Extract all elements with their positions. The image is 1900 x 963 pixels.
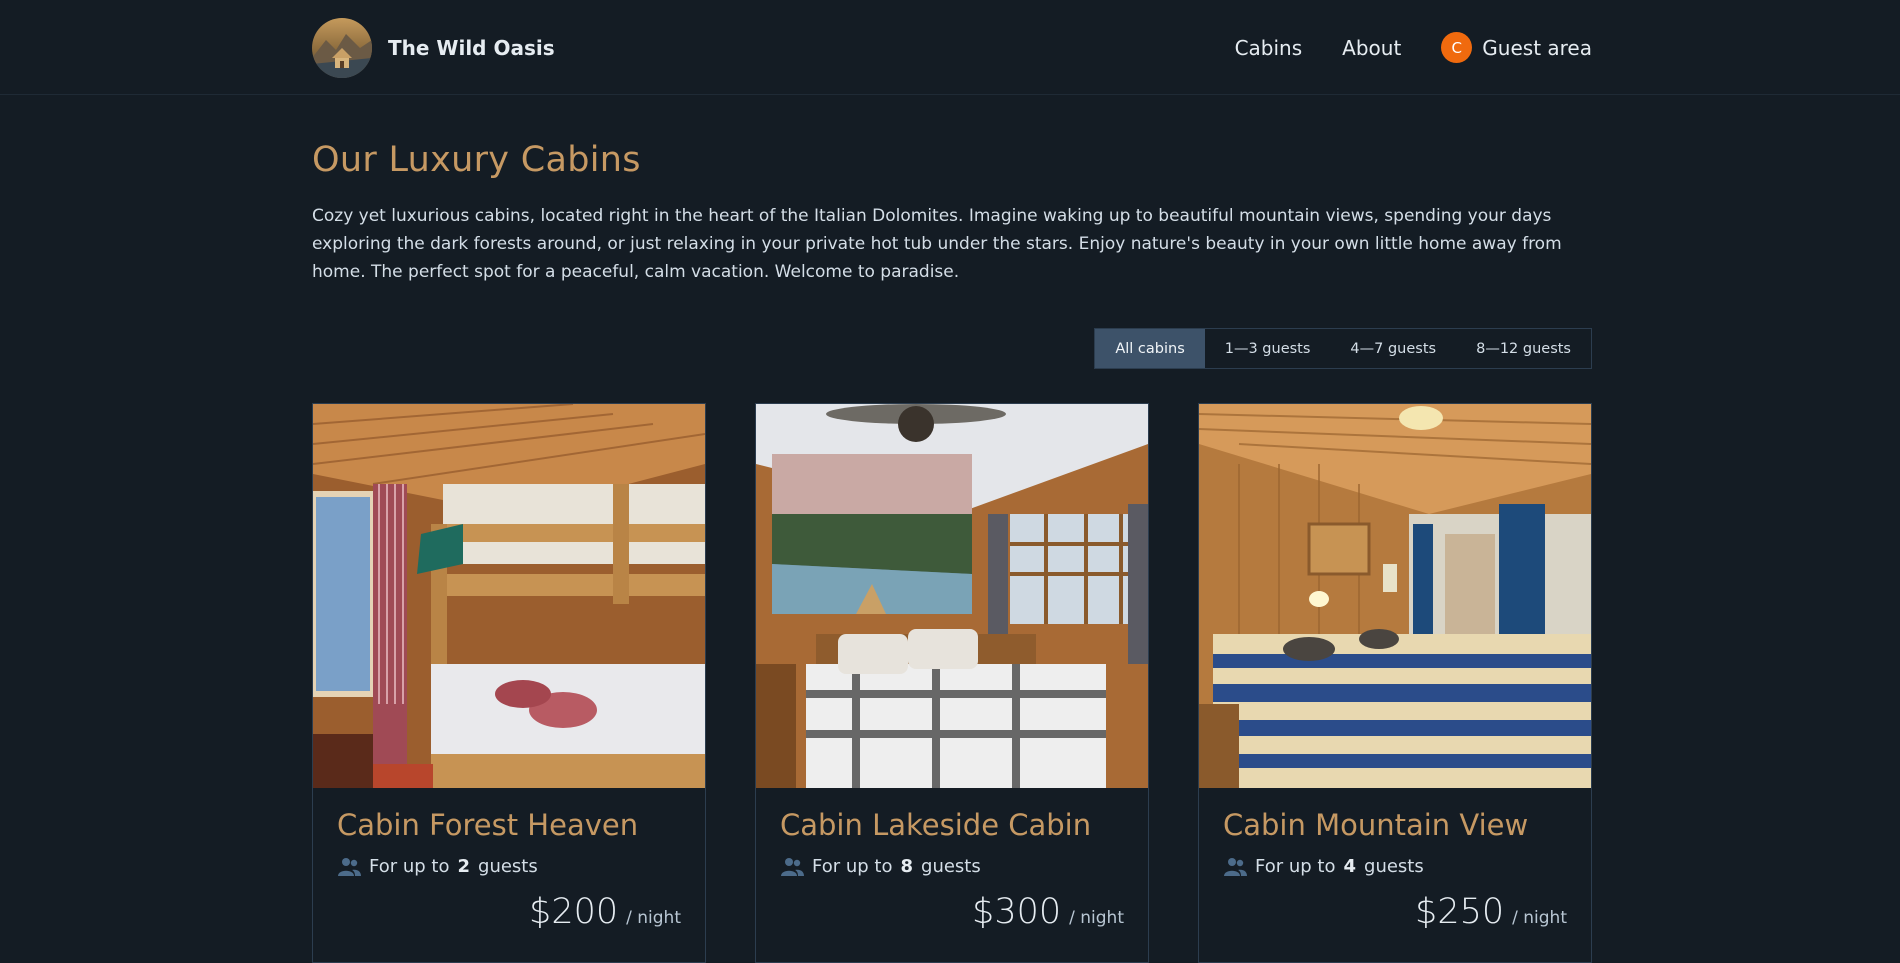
cabin-price: $300: [972, 892, 1062, 932]
card-body: Cabin Mountain View For up to 4 guests $…: [1199, 788, 1591, 962]
capacity-suffix: guests: [478, 856, 538, 877]
capacity-number: 4: [1343, 856, 1357, 877]
main-content: Our Luxury Cabins Cozy yet luxurious cab…: [312, 96, 1592, 963]
users-icon: [781, 857, 804, 876]
cabin-card[interactable]: Cabin Mountain View For up to 4 guests $…: [1198, 403, 1592, 963]
cabin-price: $200: [529, 892, 619, 932]
capacity-number: 2: [457, 856, 471, 877]
card-body: Cabin Forest Heaven For up to 2 guests $…: [313, 788, 705, 962]
capacity-number: 8: [900, 856, 914, 877]
nav-guest-area[interactable]: C Guest area: [1441, 32, 1592, 63]
per-night-label: / night: [1512, 908, 1567, 928]
cabin-image: [1199, 404, 1591, 788]
filter-small[interactable]: 1—3 guests: [1205, 329, 1331, 368]
cabin-image: [756, 404, 1148, 788]
price-row: $250 / night: [1415, 892, 1567, 932]
header-inner: The Wild Oasis Cabins About C Guest area: [312, 0, 1592, 95]
price-row: $200 / night: [529, 892, 681, 932]
cabin-card[interactable]: Cabin Lakeside Cabin For up to 8 guests …: [755, 403, 1149, 963]
per-night-label: / night: [1069, 908, 1124, 928]
site-header: The Wild Oasis Cabins About C Guest area: [0, 0, 1900, 95]
cabin-capacity: For up to 4 guests: [1223, 856, 1567, 877]
cabin-capacity: For up to 8 guests: [780, 856, 1124, 877]
capacity-filter: All cabins 1—3 guests 4—7 guests 8—12 gu…: [1094, 328, 1592, 369]
capacity-suffix: guests: [921, 856, 981, 877]
card-body: Cabin Lakeside Cabin For up to 8 guests …: [756, 788, 1148, 962]
logo-icon: [312, 17, 372, 78]
cabin-image: [313, 404, 705, 788]
filter-row: All cabins 1—3 guests 4—7 guests 8—12 gu…: [312, 328, 1592, 369]
cabin-title: Cabin Mountain View: [1223, 808, 1529, 842]
avatar: C: [1441, 32, 1473, 63]
users-icon: [338, 857, 361, 876]
cabin-list: Cabin Forest Heaven For up to 2 guests $…: [312, 403, 1592, 963]
capacity-prefix: For up to: [369, 856, 450, 877]
cabin-card[interactable]: Cabin Forest Heaven For up to 2 guests $…: [312, 403, 706, 963]
capacity-suffix: guests: [1364, 856, 1424, 877]
cabin-title: Cabin Forest Heaven: [337, 808, 639, 842]
users-icon: [1224, 857, 1247, 876]
main-nav: Cabins About C Guest area: [1235, 32, 1592, 63]
brand-name: The Wild Oasis: [388, 35, 555, 60]
nav-about[interactable]: About: [1342, 36, 1401, 60]
guest-area-label: Guest area: [1482, 35, 1592, 60]
capacity-prefix: For up to: [1255, 856, 1336, 877]
nav-cabins[interactable]: Cabins: [1235, 36, 1303, 60]
cabin-title: Cabin Lakeside Cabin: [780, 808, 1092, 842]
page-title: Our Luxury Cabins: [312, 140, 641, 180]
cabin-price: $250: [1415, 892, 1505, 932]
filter-large[interactable]: 8—12 guests: [1456, 329, 1591, 368]
brand-link[interactable]: The Wild Oasis: [312, 17, 555, 78]
filter-medium[interactable]: 4—7 guests: [1330, 329, 1456, 368]
cabin-capacity: For up to 2 guests: [337, 856, 681, 877]
capacity-prefix: For up to: [812, 856, 893, 877]
filter-all[interactable]: All cabins: [1095, 329, 1205, 368]
price-row: $300 / night: [972, 892, 1124, 932]
per-night-label: / night: [626, 908, 681, 928]
intro-text: Cozy yet luxurious cabins, located right…: [312, 206, 1562, 282]
